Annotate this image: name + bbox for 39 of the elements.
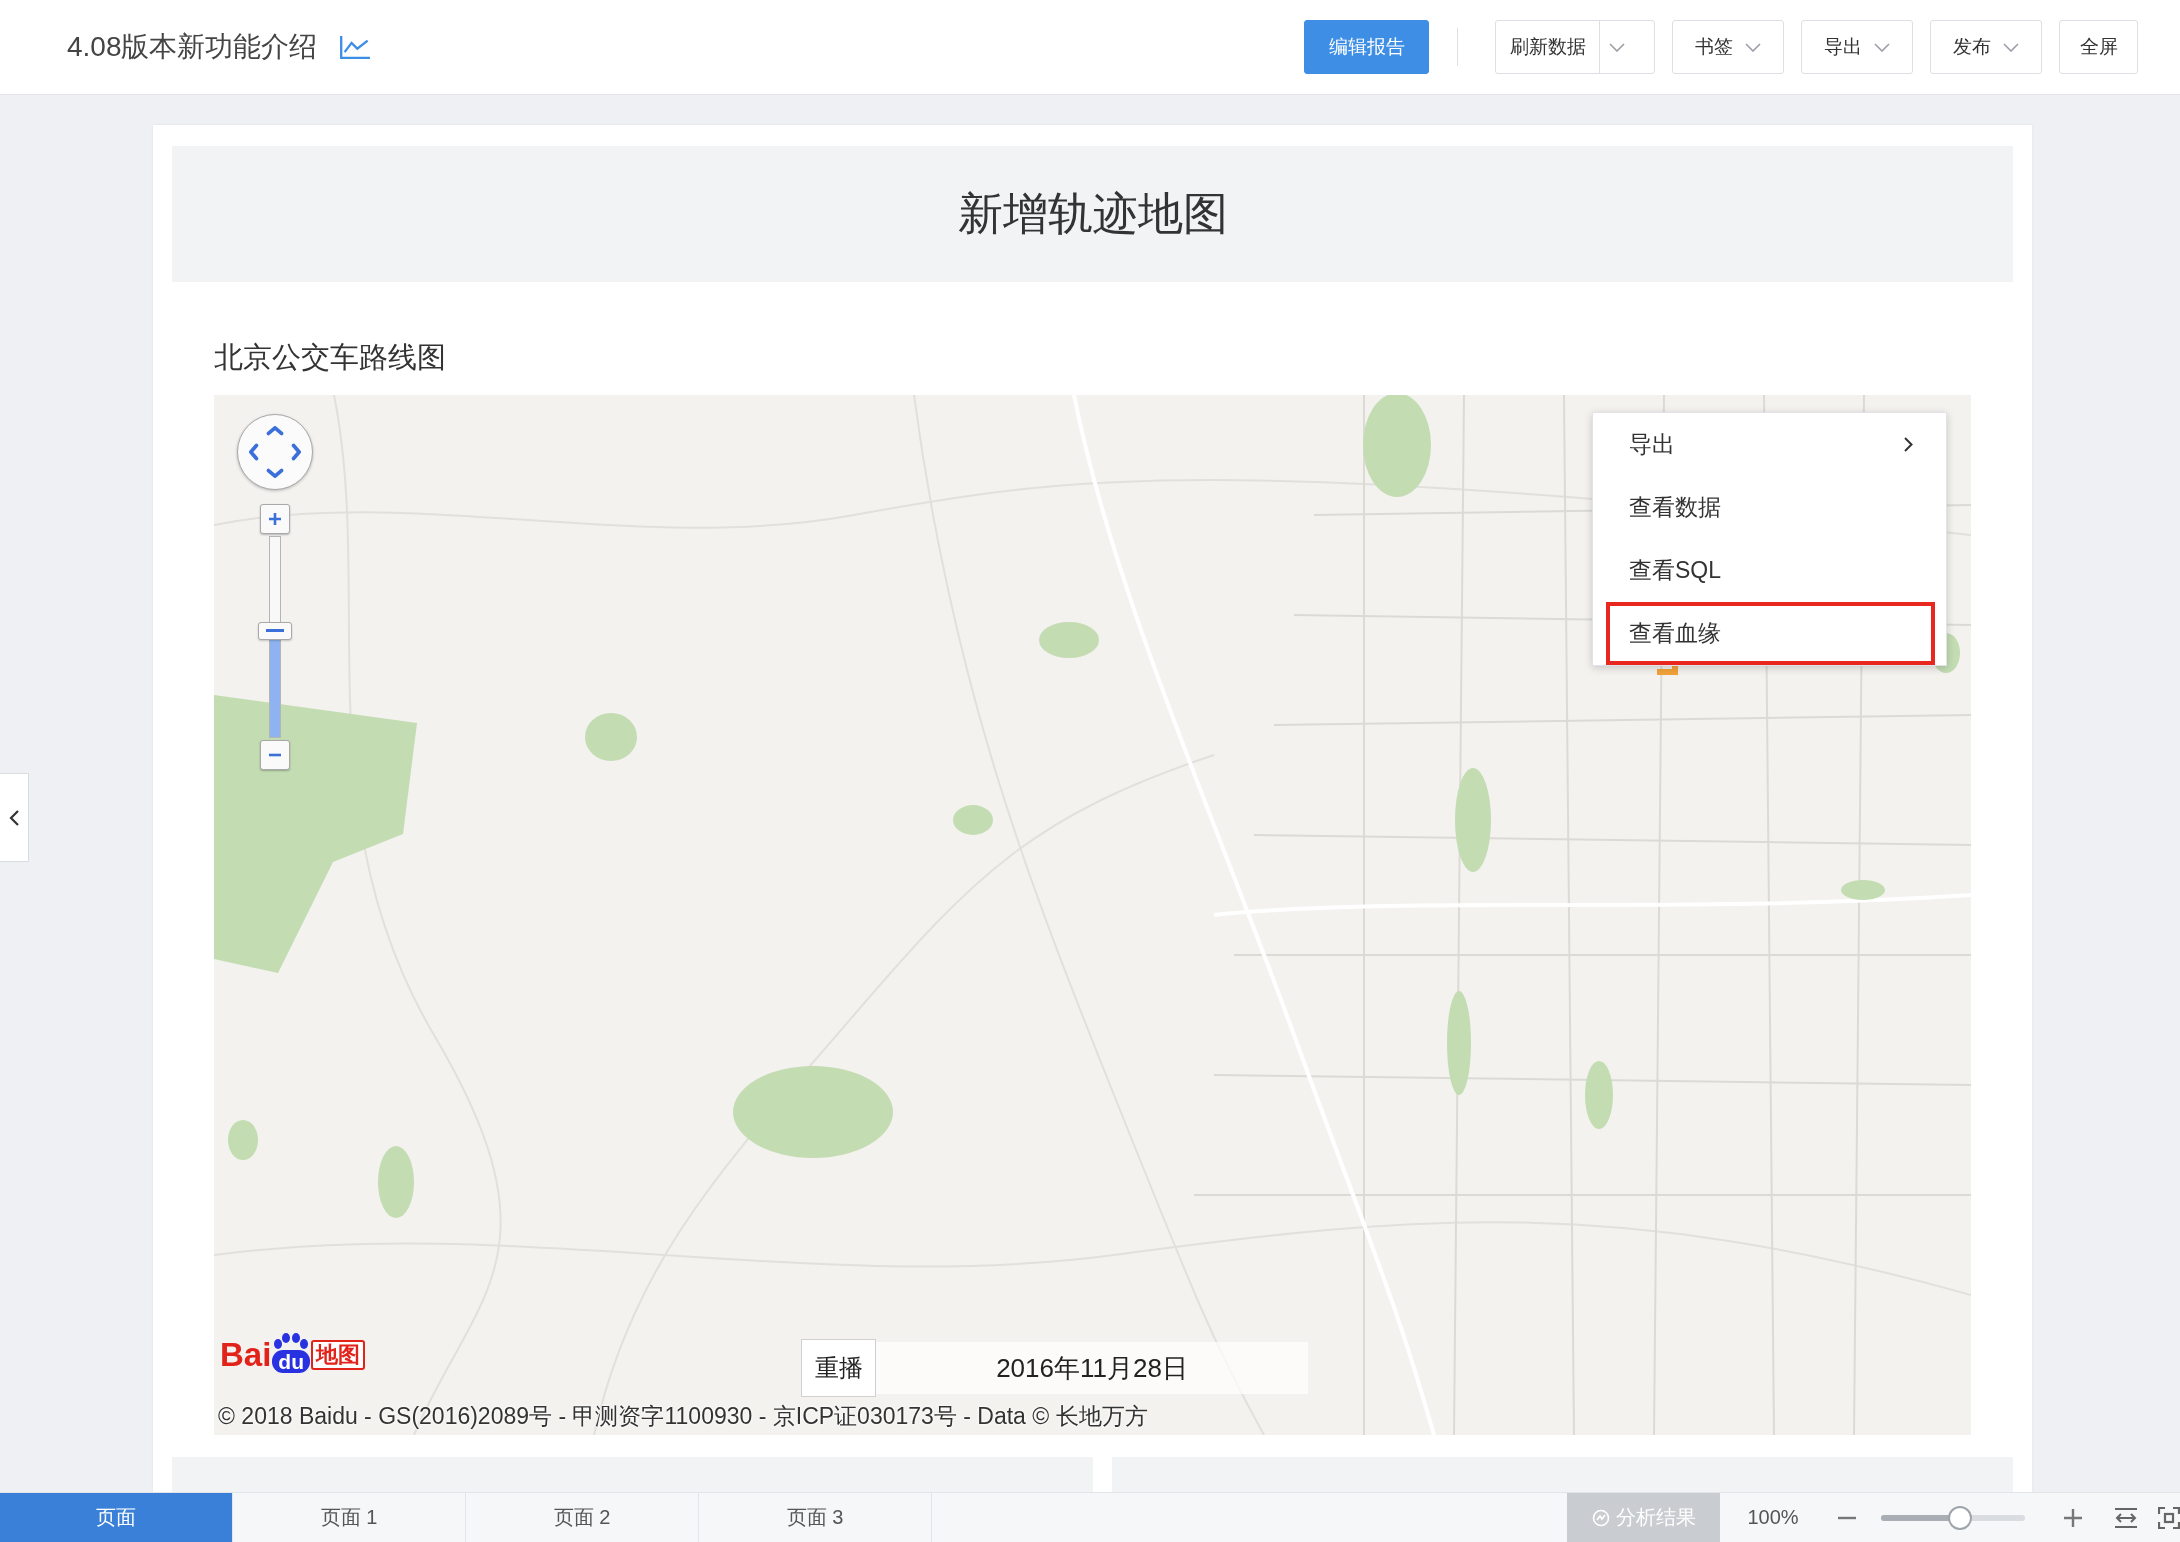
chart-title: 北京公交车路线图: [214, 340, 446, 374]
zoom-in-button[interactable]: [260, 504, 290, 534]
frame-corners-icon[interactable]: [2158, 1506, 2180, 1529]
menu-item[interactable]: 查看SQL: [1606, 539, 1935, 602]
publish-button[interactable]: 发布: [1930, 20, 2042, 74]
plus-icon: [268, 512, 282, 526]
menu-item[interactable]: 查看血缘: [1606, 602, 1935, 665]
timeline-date: 2016年11月28日: [876, 1342, 1308, 1394]
refresh-data-button[interactable]: 刷新数据: [1495, 20, 1655, 74]
banner-title: 新增轨迹地图: [957, 187, 1228, 241]
paw-icon: [273, 1333, 310, 1349]
minus-icon: [268, 753, 282, 757]
menu-item[interactable]: 导出: [1606, 413, 1935, 476]
caret-icon: [1609, 42, 1625, 52]
caret-icon: [1874, 42, 1890, 52]
zoom-out-button[interactable]: [260, 740, 290, 770]
chevron-left-icon: [9, 809, 19, 826]
line-chart-icon[interactable]: [339, 35, 370, 59]
caret-icon: [2003, 42, 2019, 52]
logo-label: 地图: [311, 1340, 365, 1370]
four-chevrons-icon: [249, 426, 301, 478]
page-tab[interactable]: 页面: [0, 1492, 233, 1542]
report-title: 4.08版本新功能介绍: [67, 30, 318, 64]
zoom-slider-thumb[interactable]: [1948, 1505, 1973, 1530]
zoom-out-icon[interactable]: [1838, 1515, 1856, 1520]
fit-width-icon[interactable]: [2114, 1506, 2138, 1529]
caret-icon: [1745, 42, 1761, 52]
replay-button[interactable]: 重播: [801, 1339, 876, 1397]
map-copyright: © 2018 Baidu - GS(2016)2089号 - 甲测资字1100930 - 京ICP证030173号 - Data © 长地万方: [218, 1402, 1148, 1431]
bookmark-button[interactable]: 书签: [1672, 20, 1784, 74]
logo-badge: du: [272, 1350, 310, 1373]
zoom-in-icon[interactable]: [2064, 1508, 2082, 1527]
fullscreen-button[interactable]: 全屏: [2059, 20, 2138, 74]
map-zoom-track[interactable]: [269, 536, 281, 738]
circle-chart-icon: [1591, 1508, 1610, 1527]
zoom-percentage: 100%: [1746, 1506, 1800, 1529]
export-button[interactable]: 导出: [1801, 20, 1913, 74]
menu-item[interactable]: 查看数据: [1606, 476, 1935, 539]
logo-text: Bai: [220, 1337, 272, 1373]
